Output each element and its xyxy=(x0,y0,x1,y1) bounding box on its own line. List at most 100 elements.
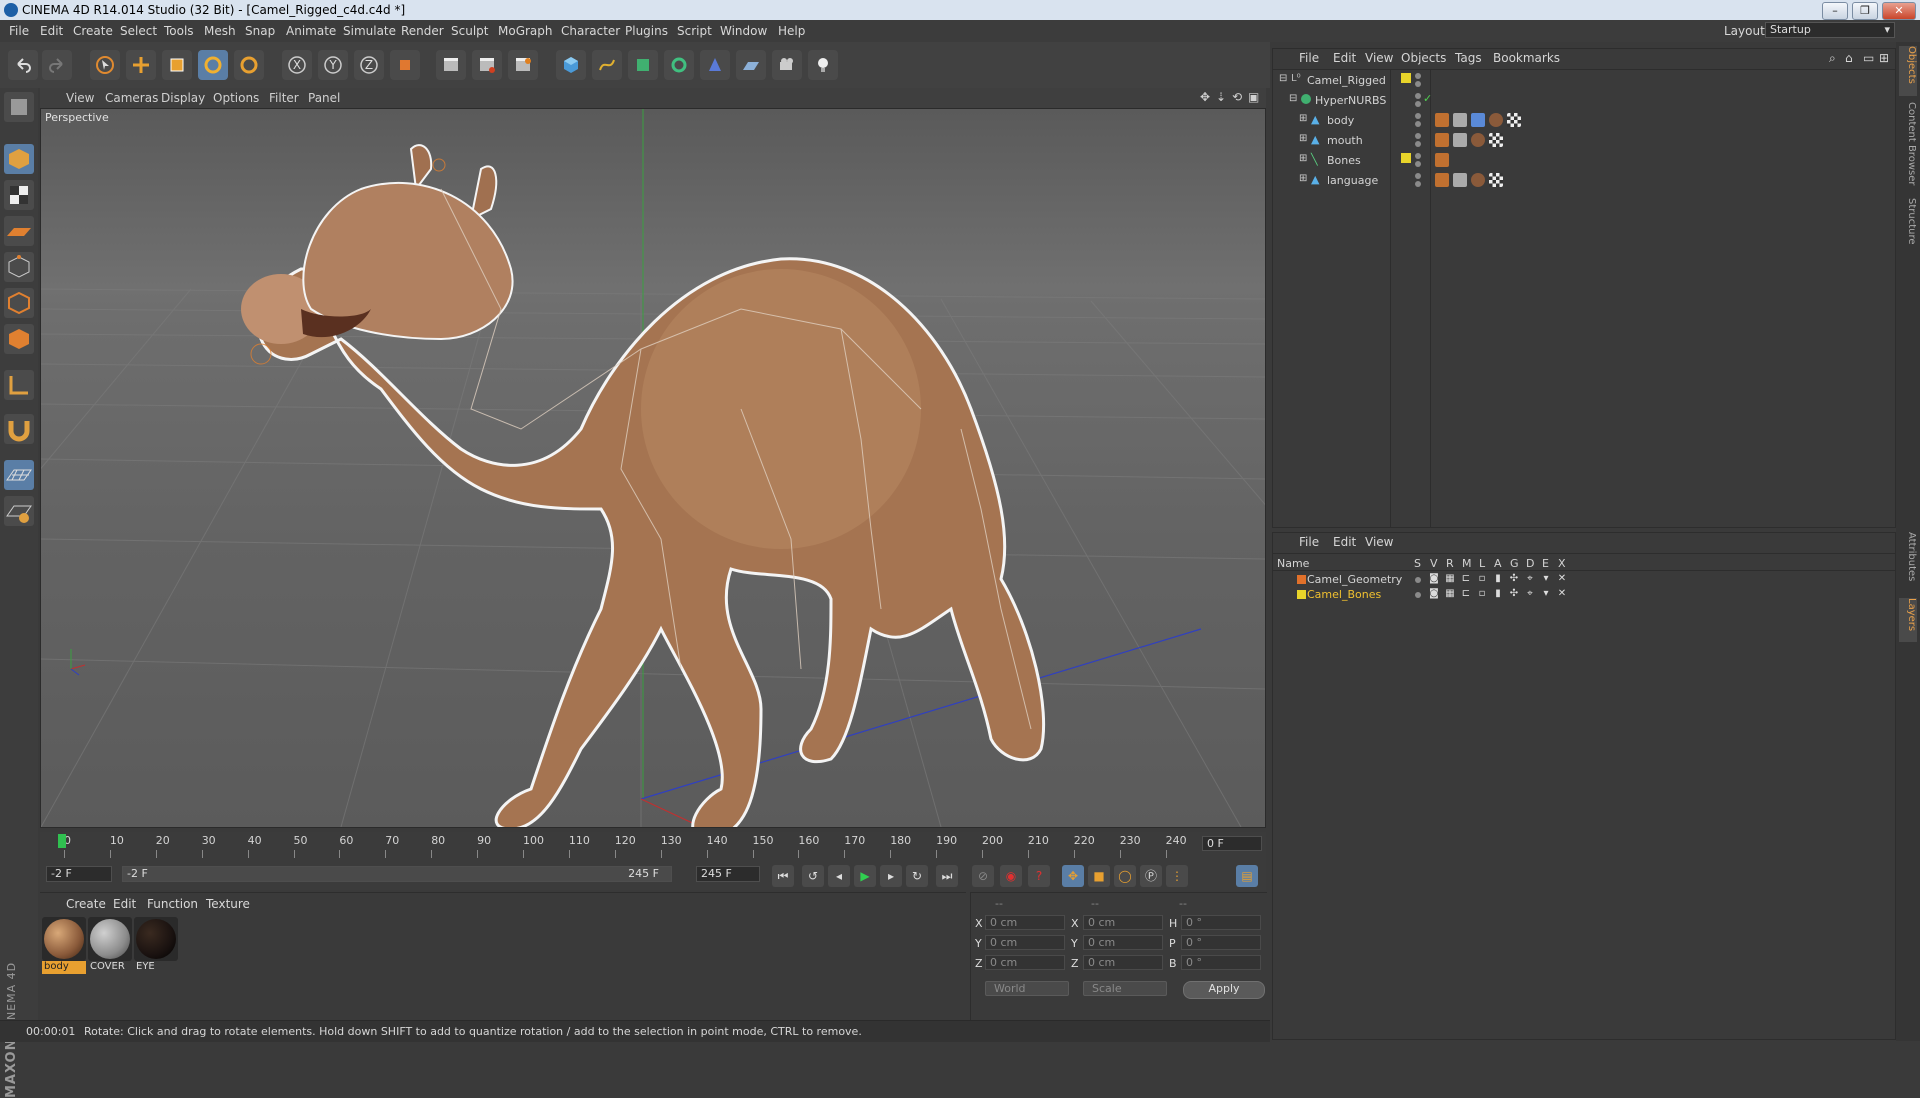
object-row-camel-rigged[interactable]: ⊟ L⁰ Camel_Rigged xyxy=(1277,71,1891,90)
make-editable-button[interactable] xyxy=(4,92,34,122)
layer-menu-edit[interactable]: Edit xyxy=(1333,535,1356,549)
visible-eye-icon[interactable]: ◙ xyxy=(1429,574,1439,584)
locked-workplane-button[interactable] xyxy=(4,496,34,526)
object-menu-bookmarks[interactable]: Bookmarks xyxy=(1493,51,1560,65)
tab-objects[interactable]: Objects xyxy=(1899,46,1917,96)
object-row-hypernurbs[interactable]: ⊟ HyperNURBS ✓ xyxy=(1277,91,1891,110)
enabled-check-icon[interactable]: ✓ xyxy=(1423,92,1432,105)
viewport-menu-cameras[interactable]: Cameras xyxy=(105,91,158,105)
size-y-field[interactable]: 0 cm xyxy=(1083,935,1163,950)
render-visibility-dot[interactable] xyxy=(1415,101,1421,107)
z-axis-lock-button[interactable]: Z xyxy=(354,50,384,80)
spline-button[interactable] xyxy=(592,50,622,80)
object-row-mouth[interactable]: ⊞ ▲ mouth xyxy=(1277,131,1891,150)
playhead[interactable] xyxy=(58,834,66,848)
render-visibility-dot[interactable] xyxy=(1415,121,1421,127)
scale-tool-button[interactable] xyxy=(162,50,192,80)
coordinate-system-button[interactable] xyxy=(390,50,420,80)
menu-animate[interactable]: Animate xyxy=(286,24,336,38)
editor-visibility-dot[interactable] xyxy=(1415,93,1421,99)
editor-visibility-dot[interactable] xyxy=(1415,113,1421,119)
rot-b-field[interactable]: 0 ° xyxy=(1181,955,1261,970)
render-visibility-dot[interactable] xyxy=(1415,81,1421,87)
recent-tool-button[interactable] xyxy=(234,50,264,80)
size-x-field[interactable]: 0 cm xyxy=(1083,915,1163,930)
viewport-nav-move-icon[interactable]: ✥ xyxy=(1200,90,1210,104)
layer-col-d[interactable]: D xyxy=(1526,557,1534,570)
locked-icon[interactable]: ▫ xyxy=(1477,589,1487,599)
render-view-button[interactable] xyxy=(436,50,466,80)
expand-icon[interactable]: ⊞ xyxy=(1299,133,1307,144)
menu-sculpt[interactable]: Sculpt xyxy=(451,24,488,38)
render-visibility-dot[interactable] xyxy=(1415,181,1421,187)
menu-create[interactable]: Create xyxy=(73,24,113,38)
current-frame-field[interactable]: 0 F xyxy=(1202,836,1262,851)
animation-icon[interactable]: ▮ xyxy=(1493,574,1503,584)
render-visibility-dot[interactable] xyxy=(1415,161,1421,167)
key-pla-button[interactable]: ⋮ xyxy=(1166,865,1188,887)
editor-visibility-dot[interactable] xyxy=(1415,173,1421,179)
search-icon[interactable]: ⌕ xyxy=(1829,51,1836,66)
menu-mograph[interactable]: MoGraph xyxy=(498,24,553,38)
next-frame-button[interactable]: ▸ xyxy=(880,865,902,887)
material-menu-function[interactable]: Function xyxy=(147,897,198,911)
object-menu-file[interactable]: File xyxy=(1299,51,1319,65)
key-parameter-button[interactable]: Ⓟ xyxy=(1140,865,1162,887)
key-scale-button[interactable]: ■ xyxy=(1088,865,1110,887)
material-menu-create[interactable]: Create xyxy=(66,897,106,911)
snap-button[interactable] xyxy=(4,414,34,444)
uvw-tag-icon[interactable] xyxy=(1489,133,1503,147)
menu-window[interactable]: Window xyxy=(720,24,767,38)
layer-col-a[interactable]: A xyxy=(1494,557,1502,570)
redo-button[interactable] xyxy=(42,50,72,80)
menu-help[interactable]: Help xyxy=(778,24,805,38)
layer-menu-file[interactable]: File xyxy=(1299,535,1319,549)
menu-simulate[interactable]: Simulate xyxy=(343,24,396,38)
collapse-icon[interactable]: ⊟ xyxy=(1289,93,1297,104)
key-rotation-button[interactable]: ◯ xyxy=(1114,865,1136,887)
layer-row-camel-bones[interactable]: Camel_Bones ◙ ▦ ⊏ ▫ ▮ ✣ ⌖ ▾ ✕ xyxy=(1277,588,1891,602)
auto-key-button[interactable]: ◉ xyxy=(1000,865,1022,887)
skin-tag-icon[interactable] xyxy=(1453,133,1467,147)
close-button[interactable]: ✕ xyxy=(1882,2,1916,20)
timeline[interactable]: 0102030405060708090100110120130140150160… xyxy=(40,832,1266,862)
layer-col-l[interactable]: L xyxy=(1479,557,1485,570)
menu-edit[interactable]: Edit xyxy=(40,24,63,38)
rotate-tool-button[interactable] xyxy=(198,50,228,80)
editor-visibility-dot[interactable] xyxy=(1415,73,1421,79)
nurbs-button[interactable] xyxy=(628,50,658,80)
undo-button[interactable] xyxy=(8,50,38,80)
pos-y-field[interactable]: 0 cm xyxy=(985,935,1065,950)
layer-col-name[interactable]: Name xyxy=(1277,557,1309,570)
x-axis-lock-button[interactable]: X xyxy=(282,50,312,80)
material-eye[interactable]: EYE xyxy=(134,917,178,975)
pos-z-field[interactable]: 0 cm xyxy=(985,955,1065,970)
workplane-grid-button[interactable] xyxy=(4,460,34,490)
array-button[interactable] xyxy=(664,50,694,80)
tab-content-browser[interactable]: Content Browser xyxy=(1899,102,1917,192)
play-button[interactable]: ▶ xyxy=(854,865,876,887)
editor-visibility-dot[interactable] xyxy=(1415,133,1421,139)
render-picture-viewer-button[interactable] xyxy=(472,50,502,80)
key-position-button[interactable]: ✥ xyxy=(1062,865,1084,887)
perspective-viewport[interactable]: Perspective xyxy=(40,108,1266,828)
menu-mesh[interactable]: Mesh xyxy=(204,24,236,38)
manager-icon[interactable]: ⊏ xyxy=(1461,589,1471,599)
editor-visibility-dot[interactable] xyxy=(1415,153,1421,159)
viewport-menu-panel[interactable]: Panel xyxy=(308,91,340,105)
render-settings-button[interactable] xyxy=(508,50,538,80)
texture-mode-button[interactable] xyxy=(4,180,34,210)
size-mode-select[interactable]: Scale xyxy=(1083,981,1167,996)
weight-tag-icon[interactable] xyxy=(1435,173,1449,187)
expressions-icon[interactable]: ▾ xyxy=(1541,574,1551,584)
cube-object-button[interactable] xyxy=(556,50,586,80)
points-mode-button[interactable] xyxy=(4,252,34,282)
expand-icon[interactable]: ⊞ xyxy=(1299,153,1307,164)
object-menu-tags[interactable]: Tags xyxy=(1455,51,1482,65)
layer-col-s[interactable]: S xyxy=(1414,557,1421,570)
size-z-field[interactable]: 0 cm xyxy=(1083,955,1163,970)
keyframe-selection-button[interactable]: ? xyxy=(1028,865,1050,887)
viewport-menu-view[interactable]: View xyxy=(66,91,94,105)
layer-solo-toggle[interactable] xyxy=(1415,592,1421,598)
next-key-button[interactable]: ↻ xyxy=(906,865,928,887)
